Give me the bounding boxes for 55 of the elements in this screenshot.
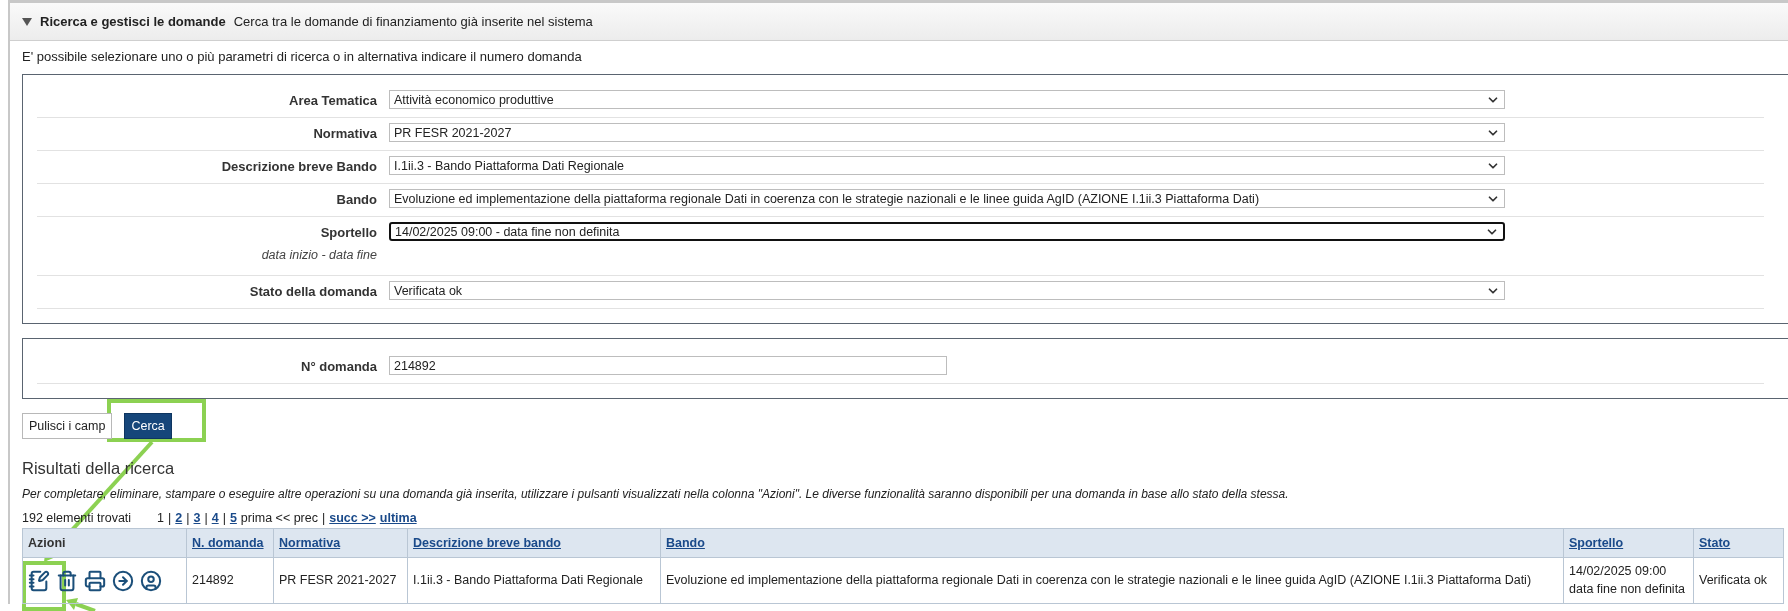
clear-button[interactable]: Pulisci i camp [22,413,113,439]
column-header[interactable]: Descrizione breve bando [407,528,661,558]
column-header: Azioni [22,528,187,558]
section-header[interactable]: Ricerca e gestisci le domande Cerca tra le domande di finanziamento già inserite nel sistema [10,3,1788,41]
notepad-pencil-icon[interactable] [28,569,50,592]
dropdown-select[interactable]: 14/02/2025 09:00 - data fine non definita [389,222,1505,241]
field-label: Stato della domanda [249,284,377,299]
page-link[interactable]: 1 [157,511,165,525]
printer-icon[interactable] [84,569,106,592]
column-header[interactable]: Bando [660,528,1564,558]
table-cell: PR FESR 2021-2027 [273,557,408,604]
field-label: N° domanda [301,359,377,374]
table-cell: Evoluzione ed implementazione della piattaforma regionale Dati in coerenza con le strategie nazionali e le linee guida AgID (AZIONE I.1ii.3 Piattaforma Dati) [660,557,1564,604]
dropdown-select[interactable]: I.1ii.3 - Bando Piattaforma Dati Regionale [389,156,1505,175]
field-label: Bando [336,192,377,207]
table-cell: I.1ii.3 - Bando Piattaforma Dati Regionale [407,557,661,604]
search-button[interactable]: Cerca [124,413,172,439]
pager-link[interactable]: ultima [379,511,417,525]
separator: | [186,511,190,525]
separator: | [322,511,326,525]
pager-text: prima << prec [240,511,318,525]
column-header[interactable]: Sportello [1563,528,1694,558]
section-title: Ricerca e gestisci le domande [40,14,226,29]
results-note: Per completare, eliminare, stampare o eseguire altre operazioni su una domanda già inserita, utilizzare i pulsanti visualizzati nella colonna "Azioni". Le diverse funzionalità saranno disponibili per una domanda in base allo stato della stessa. [22,487,1290,501]
dropdown-select[interactable]: PR FESR 2021-2027 [389,123,1505,142]
trash-icon[interactable] [56,569,78,592]
field-label: Normativa [313,126,377,141]
separator: | [204,511,208,525]
intro-text: E' possibile selezionare uno o più parametri di ricerca o in alternativa indicare il numero domanda [22,49,583,64]
field-hint: data inizio - data fine [261,248,377,262]
field-label: Area Tematica [289,93,377,108]
dropdown-select[interactable]: Evoluzione ed implementazione della piattaforma regionale Dati in coerenza con le strategie nazionali e le linee guida AgID (AZIONE I.1ii.3 Piattaforma Dati) [389,189,1505,208]
page-link[interactable]: 5 [229,511,237,525]
dropdown-select[interactable]: Attività economico produttive [389,90,1505,109]
table-cell: 14/02/2025 09:00 data fine non definita [1563,557,1694,604]
column-header[interactable]: Stato [1693,528,1784,558]
user-circle-icon[interactable] [140,569,162,592]
page-link[interactable]: 2 [175,511,183,525]
page-link[interactable]: 3 [193,511,201,525]
column-header[interactable]: N. domanda [186,528,274,558]
dropdown-select[interactable]: Verificata ok [389,281,1505,300]
highlight-frame [22,561,66,611]
section-subtitle: Cerca tra le domande di finanziamento già inserite nel sistema [233,14,593,29]
table-cell: Verificata ok [1693,557,1784,604]
pager-link[interactable]: succ >> [329,511,376,525]
arrow-circle-icon[interactable] [112,569,134,592]
separator: | [168,511,172,525]
annotation-arrow [66,598,96,611]
input-field[interactable]: 214892 [389,356,947,375]
field-label: Descrizione breve Bando [221,159,377,174]
column-header[interactable]: Normativa [273,528,408,558]
page-link[interactable]: 4 [211,511,219,525]
field-label: Sportello [320,225,377,240]
table-cell: 214892 [186,557,274,604]
separator: | [222,511,226,525]
